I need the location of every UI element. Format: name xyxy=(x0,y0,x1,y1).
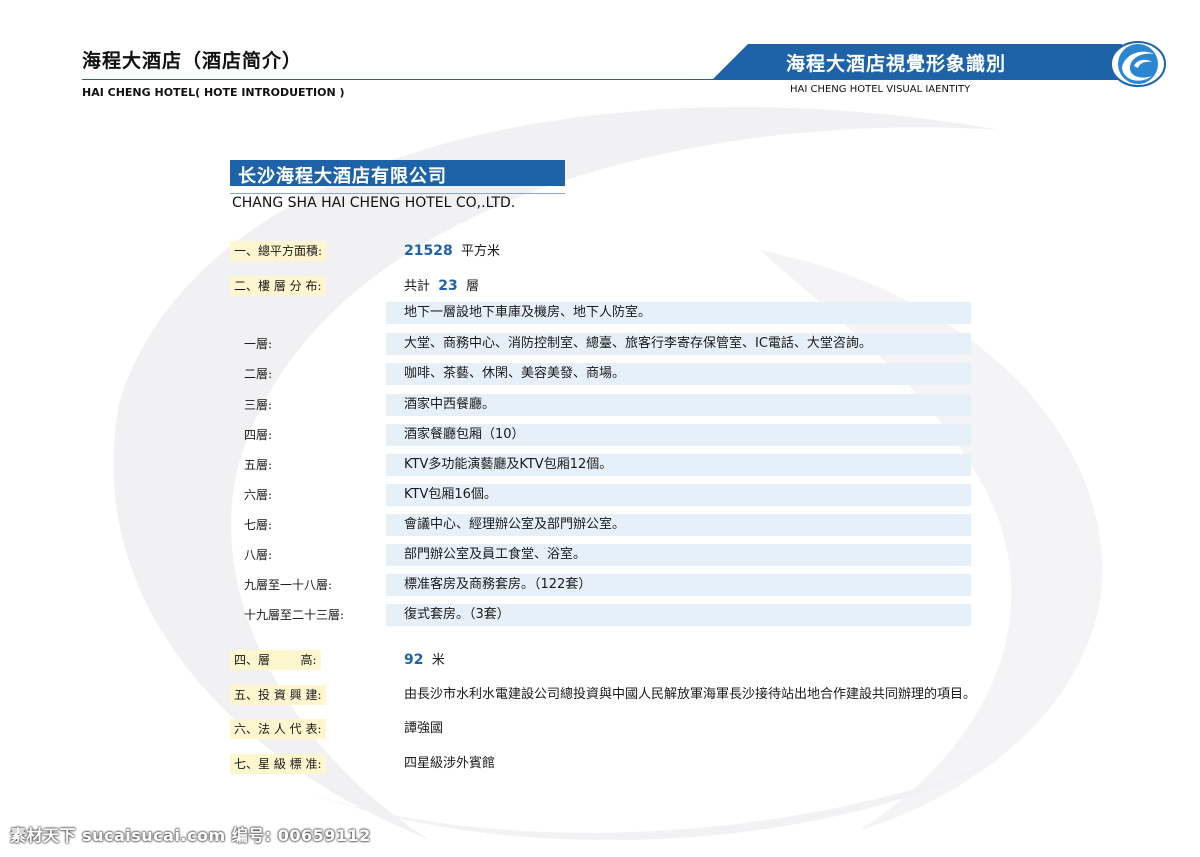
floors-value: 共計 23 層 xyxy=(404,276,479,296)
area-label: 一、總平方面積: xyxy=(230,241,327,261)
area-number: 21528 xyxy=(404,243,453,259)
floor-label-6: 六層: xyxy=(244,488,273,502)
floor-row-6: KTV包厢16個。 xyxy=(386,484,971,506)
floor-row-3: 酒家中西餐廳。 xyxy=(386,394,971,416)
floor-label-2: 二層: xyxy=(244,367,273,381)
legal-rep-value: 譚強國 xyxy=(404,721,444,736)
floor-row-basement: 地下一層設地下車庫及機房、地下人防室。 xyxy=(386,302,971,324)
floors-prefix: 共計 xyxy=(404,279,431,294)
company-name-en: CHANG SHA HAI CHENG HOTEL CO,.LTD. xyxy=(232,195,516,211)
floors-label: 二、樓 層 分 布: xyxy=(230,276,326,296)
floor-row-9-18: 標准客房及商務套房。（122套） xyxy=(386,574,971,596)
brand-identity-title: 海程大酒店視覺形象識別 xyxy=(786,53,1007,75)
company-name-cn: 长沙海程大酒店有限公司 xyxy=(238,166,447,187)
area-unit: 平方米 xyxy=(460,244,500,259)
star-rating-label: 七、星 級 標 准: xyxy=(230,754,326,774)
star-rating-value: 四星級涉外賓館 xyxy=(404,756,496,771)
watermark: 素材天下 sucaisucai.com 编号: 00659112 xyxy=(10,826,371,845)
floor-label-19-23: 十九層至二十三層: xyxy=(244,608,345,622)
height-number: 92 xyxy=(404,652,424,668)
floor-label-5: 五層: xyxy=(244,458,273,472)
page-title: 海程大酒店（酒店简介） xyxy=(82,50,303,72)
floor-label-1: 一層: xyxy=(244,337,273,351)
legal-rep-label: 六、法 人 代 表: xyxy=(230,719,326,739)
area-value: 21528 平方米 xyxy=(404,241,500,261)
floors-number: 23 xyxy=(438,278,458,294)
floor-row-2: 咖啡、茶藝、休閑、美容美發、商場。 xyxy=(386,363,971,385)
floors-unit: 層 xyxy=(466,279,480,294)
floor-row-7: 會議中心、經理辦公室及部門辦公室。 xyxy=(386,514,971,536)
company-rule xyxy=(230,193,565,194)
hotel-logo-icon xyxy=(1110,41,1166,87)
floor-label-7: 七層: xyxy=(244,518,273,532)
floor-label-4: 四層: xyxy=(244,428,273,442)
floor-label-3: 三層: xyxy=(244,398,273,412)
height-label: 四、層 高: xyxy=(230,650,321,670)
floor-row-19-23: 復式套房。（3套） xyxy=(386,604,971,626)
floor-row-8: 部門辦公室及員工食堂、浴室。 xyxy=(386,544,971,566)
height-unit: 米 xyxy=(431,653,445,668)
brand-identity-subtitle: HAI CHENG HOTEL VISUAL IAENTITY xyxy=(790,84,971,95)
floor-label-8: 八層: xyxy=(244,548,273,562)
header-rule xyxy=(82,79,714,80)
investor-label: 五、投 資 興 建: xyxy=(230,685,326,705)
height-value: 92 米 xyxy=(404,650,445,670)
floor-row-4: 酒家餐廳包厢（10） xyxy=(386,424,971,446)
floor-row-5: KTV多功能演藝廳及KTV包厢12個。 xyxy=(386,454,971,476)
floor-label-9-18: 九層至一十八層: xyxy=(244,578,333,592)
investor-value: 由長沙市水利水電建設公司總投資與中國人民解放軍海軍長沙接待站出地合作建設共同辦理… xyxy=(404,687,977,702)
floor-row-1: 大堂、商務中心、消防控制室、總臺、旅客行李寄存保管室、IC電話、大堂咨詢。 xyxy=(386,333,971,355)
page-subtitle: HAI CHENG HOTEL( HOTE INTRODUETION ) xyxy=(82,86,345,99)
